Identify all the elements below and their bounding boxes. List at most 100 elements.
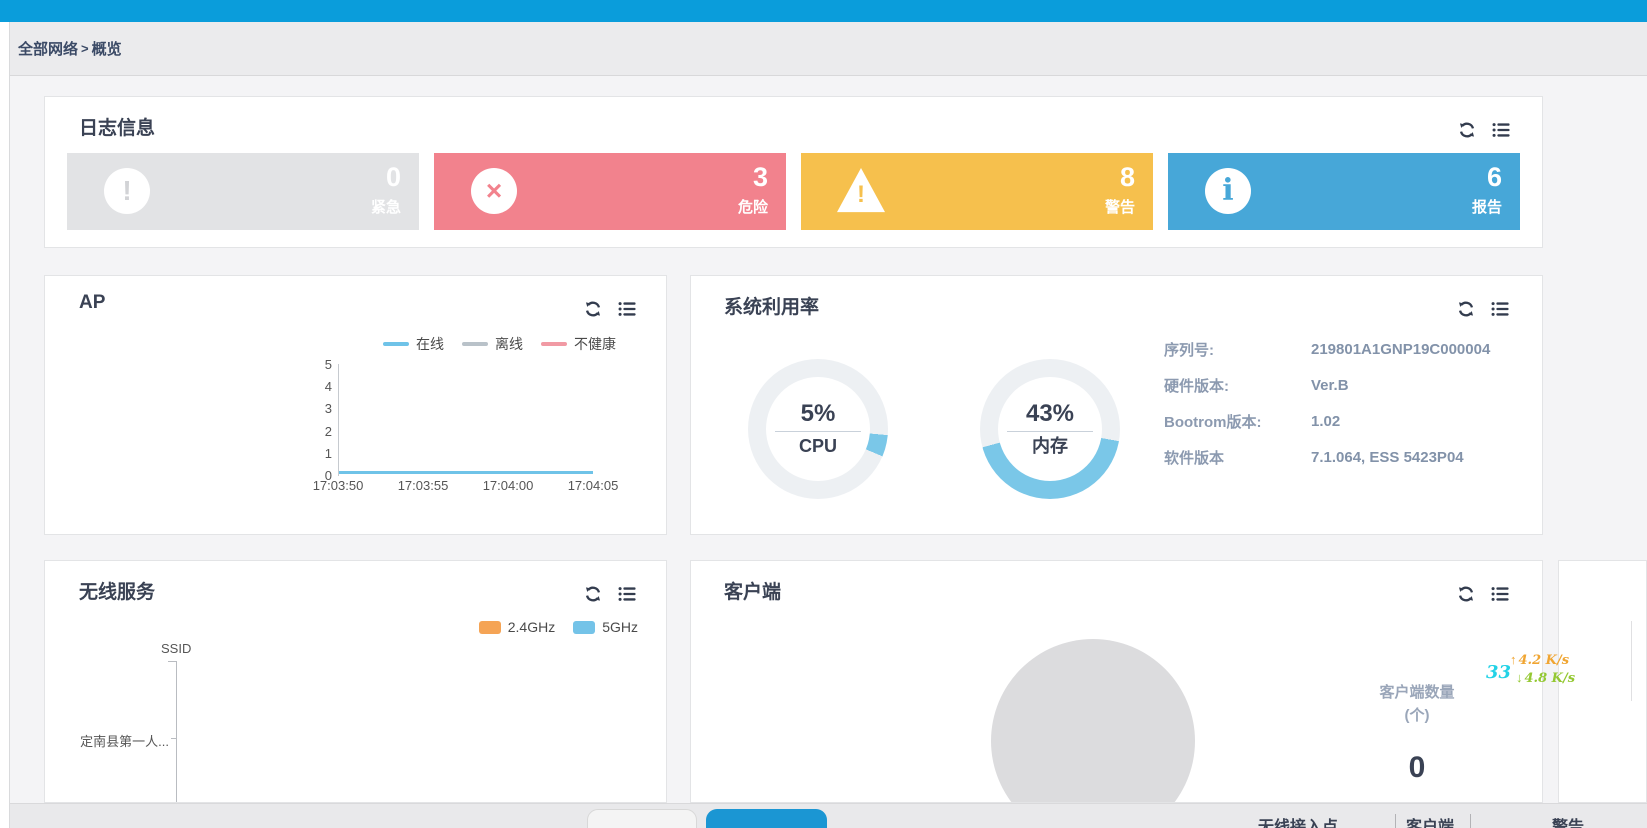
ap-y-tick: 3 [324, 401, 332, 417]
gauge-value: 43% [1025, 399, 1075, 427]
arrow-up-icon: ↑ [1510, 652, 1517, 667]
breadcrumb-current: 概览 [91, 41, 122, 58]
log-card-label: 报告 [1471, 199, 1502, 216]
refresh-icon[interactable] [584, 585, 602, 603]
log-card-count: 8 [1119, 162, 1135, 192]
wireless-legend: 2.4GHz 5GHz [478, 619, 638, 635]
wireless-category-label: 定南县第一人... [80, 734, 169, 749]
gauge-label: 内存 [1032, 436, 1068, 457]
legend-swatch-icon [478, 620, 501, 634]
traffic-up-rate: ↑ 4.2 K/s [1510, 652, 1570, 668]
legend-label: 5GHz [602, 619, 638, 635]
gauge-center: 43% 内存 [998, 377, 1102, 481]
panel-title-ap: AP [79, 292, 106, 313]
log-card-count: 3 [752, 162, 768, 192]
system-info: 序列号: 219801A1GNP19C000004 硬件版本: Ver.B Bootro… [1164, 331, 1524, 475]
ap-x-tick: 17:04:05 [567, 478, 619, 493]
refresh-icon[interactable] [1458, 121, 1476, 139]
bottom-toolbar: 无线接入点 客户端 警告 [10, 803, 1647, 828]
panel-title-wireless: 无线服务 [79, 582, 156, 603]
ap-chart-y-axis [338, 364, 339, 476]
bottom-button-secondary[interactable] [587, 809, 697, 828]
legend-swatch-icon [462, 342, 488, 346]
top-blue-bar [0, 0, 1647, 22]
panel-title-clients: 客户端 [724, 582, 782, 603]
panel-title-system: 系统利用率 [724, 297, 820, 318]
ap-x-tick: 17:04:00 [482, 478, 534, 493]
legend-label: 不健康 [574, 336, 616, 352]
warning-triangle-icon: ! [836, 167, 886, 215]
cpu-gauge: 5% CPU [748, 359, 888, 499]
list-icon[interactable] [1492, 121, 1510, 139]
log-card-report[interactable]: i 6 报告 [1168, 153, 1520, 230]
system-info-label: 软件版本 [1164, 449, 1225, 467]
ap-panel: AP 在线 离线 不健康 543210 17:03:50 17:03:55 17:04:… [44, 275, 667, 535]
system-info-value: 219801A1GNP19C000004 [1311, 340, 1491, 358]
list-icon[interactable] [618, 300, 636, 318]
panel-title-log: 日志信息 [79, 118, 156, 139]
system-info-label: Bootrom版本: [1164, 413, 1262, 431]
clients-panel: 客户端 客户端数量 (个) 0 [690, 560, 1543, 803]
ap-panel-actions [584, 300, 636, 318]
traffic-rate-badge: 33 ↑ 4.2 K/s ↓ 4.8 K/s [1484, 650, 1647, 692]
system-info-row: 硬件版本: Ver.B [1164, 367, 1524, 403]
ap-y-tick: 2 [324, 423, 332, 439]
log-card-count: 0 [385, 162, 401, 192]
system-info-value: 1.02 [1311, 412, 1341, 430]
system-info-value: 7.1.064, ESS 5423P04 [1311, 448, 1464, 466]
log-cards: ! 0 紧急 × 3 危险! 8 警告 i 6 报告 [67, 153, 1520, 230]
bottom-tab-无线接入点[interactable]: 无线接入点 [1238, 813, 1358, 828]
legend-item-在线[interactable]: 在线 [383, 334, 444, 354]
list-icon[interactable] [1491, 300, 1509, 318]
ap-x-tick: 17:03:55 [397, 478, 449, 493]
legend-label: 离线 [495, 336, 523, 352]
wireless-chart-axis [176, 661, 177, 802]
arrow-down-icon: ↓ [1516, 670, 1523, 685]
clients-count-value: 0 [1408, 751, 1426, 784]
log-card-danger[interactable]: × 3 危险 [434, 153, 786, 230]
log-card-label: 危险 [737, 199, 768, 216]
refresh-icon[interactable] [1457, 300, 1475, 318]
bottom-tab-警告[interactable]: 警告 [1525, 813, 1611, 828]
log-card-emergency[interactable]: ! 0 紧急 [67, 153, 419, 230]
refresh-icon[interactable] [584, 300, 602, 318]
log-info-panel: 日志信息 ! 0 紧急 × 3 危险! 8 警告 i 6 报告 [44, 96, 1543, 248]
legend-item-不健康[interactable]: 不健康 [541, 334, 616, 354]
refresh-icon[interactable] [1457, 585, 1475, 603]
dashboard-screen: 全部网络 > 概览 日志信息 ! 0 紧急 × 3 危险! 8 警告 i 6 报告 AP 在线 离线 不… [0, 0, 1647, 828]
bottom-tab-客户端[interactable]: 客户端 [1390, 813, 1470, 828]
tab-separator [1470, 814, 1471, 828]
ap-legend: 在线 离线 不健康 [383, 334, 616, 354]
system-utilization-panel: 系统利用率 5% CPU 43% 内存 序列号: 219801A1GNP19C0000… [690, 275, 1543, 535]
bottom-button-primary[interactable] [706, 809, 827, 828]
clients-count-label: 客户端数量 [1379, 684, 1455, 701]
gauge-center: 5% CPU [766, 377, 870, 481]
traffic-value: 33 [1486, 662, 1512, 683]
clients-panel-actions [1457, 585, 1509, 603]
ap-y-tick: 5 [324, 357, 332, 372]
list-icon[interactable] [1491, 585, 1509, 603]
clients-empty-pie [991, 639, 1195, 802]
legend-item-2.4GHz[interactable]: 2.4GHz [478, 619, 555, 635]
log-card-label: 警告 [1104, 199, 1135, 216]
gauge-divider [1007, 431, 1093, 433]
log-card-warning[interactable]: ! 8 警告 [801, 153, 1153, 230]
info-circle-icon: i [1205, 168, 1251, 214]
system-info-value: Ver.B [1311, 376, 1349, 394]
legend-item-5GHz[interactable]: 5GHz [573, 619, 638, 635]
wireless-axis-tick [171, 738, 176, 739]
legend-swatch-icon [541, 342, 567, 346]
system-info-label: 硬件版本: [1164, 377, 1229, 395]
legend-item-离线[interactable]: 离线 [462, 334, 523, 354]
system-info-row: 序列号: 219801A1GNP19C000004 [1164, 331, 1524, 367]
system-info-row: Bootrom版本: 1.02 [1164, 403, 1524, 439]
ap-series-line-在线 [339, 471, 593, 474]
breadcrumb-section[interactable]: 全部网络 [18, 38, 78, 59]
legend-label: 在线 [416, 336, 444, 352]
legend-swatch-icon [383, 342, 409, 346]
wireless-service-panel: 无线服务 2.4GHz 5GHz SSID 定南县第一人... [44, 560, 667, 803]
ap-y-tick: 1 [324, 445, 332, 461]
gauge-divider [775, 431, 861, 433]
list-icon[interactable] [618, 585, 636, 603]
cross-circle-icon: × [471, 168, 517, 214]
